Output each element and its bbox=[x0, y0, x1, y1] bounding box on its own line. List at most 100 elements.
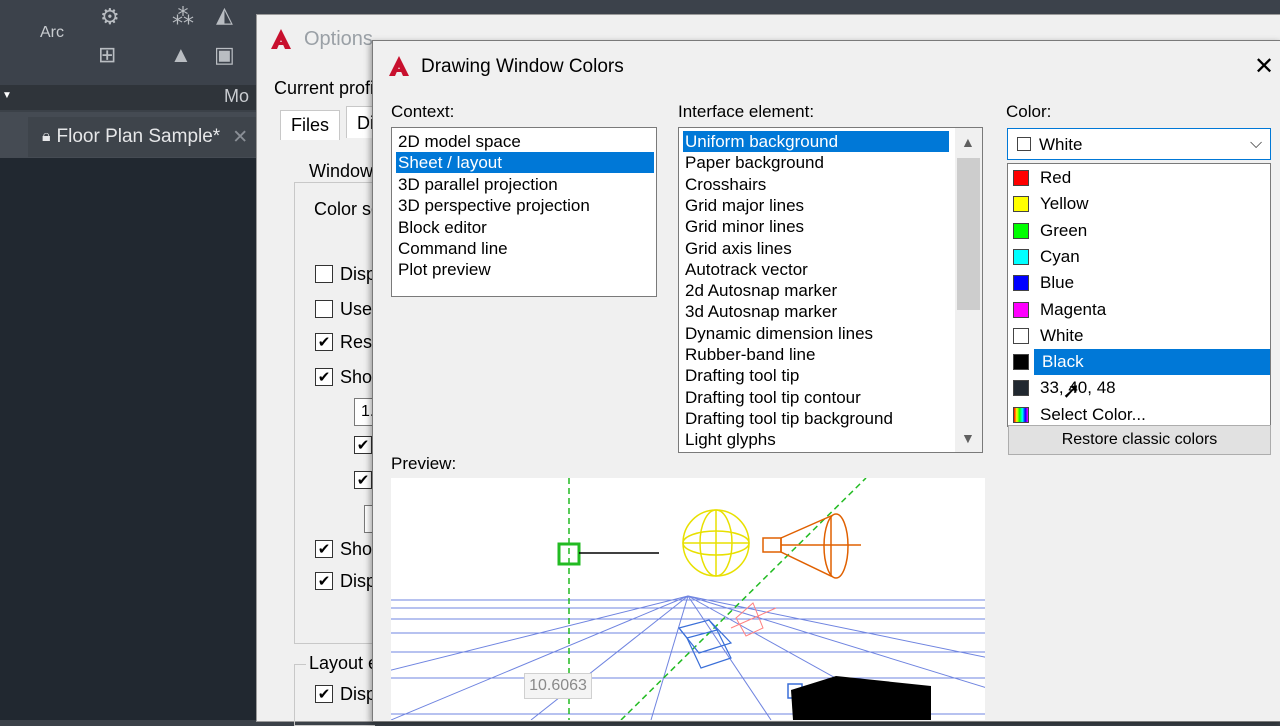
layout-elements-group-label: Layout e bbox=[306, 653, 382, 674]
interface-element-item[interactable]: Dynamic dimension lines bbox=[683, 323, 949, 344]
interface-element-label: Interface element: bbox=[678, 102, 815, 121]
checkmark-icon: ✔ bbox=[356, 436, 370, 454]
close-icon[interactable]: ✕ bbox=[1254, 52, 1274, 81]
interface-element-item[interactable]: Grid axis lines bbox=[683, 238, 949, 259]
preview-scene bbox=[391, 478, 985, 720]
color-option[interactable]: Green bbox=[1008, 218, 1270, 244]
interface-element-item[interactable]: 2d Autosnap marker bbox=[683, 280, 949, 301]
interface-element-item[interactable]: Rubber-band line bbox=[683, 344, 949, 365]
ribbon-tool-icon[interactable]: ▣ bbox=[214, 42, 235, 68]
interface-element-item[interactable]: Drafting tool tip bbox=[683, 365, 949, 386]
context-item[interactable]: Plot preview bbox=[396, 259, 654, 280]
chevron-up-icon[interactable]: ▲ bbox=[961, 134, 975, 150]
context-item[interactable]: Block editor bbox=[396, 217, 654, 238]
scrollbar-thumb[interactable] bbox=[957, 158, 980, 310]
checkbox-label: Res bbox=[340, 332, 373, 352]
checkbox[interactable]: ✔ bbox=[315, 572, 333, 590]
dialog-title: Drawing Window Colors bbox=[421, 56, 624, 77]
color-option[interactable]: Yellow bbox=[1008, 191, 1270, 217]
color-option[interactable]: Red bbox=[1008, 165, 1270, 191]
tab-files[interactable]: Files bbox=[280, 110, 341, 140]
color-swatch bbox=[1013, 196, 1029, 213]
autocad-logo-icon bbox=[389, 56, 409, 76]
color-select[interactable]: White ⌵ bbox=[1007, 128, 1271, 160]
color-option-label: Blue bbox=[1040, 273, 1075, 293]
close-icon[interactable]: ✕ bbox=[232, 126, 248, 149]
ribbon-tool-icon[interactable]: ⁂ bbox=[172, 4, 194, 30]
color-option[interactable]: Black bbox=[1008, 349, 1270, 376]
checkbox[interactable]: ✔ bbox=[315, 540, 333, 558]
color-option[interactable]: Cyan bbox=[1008, 244, 1270, 270]
interface-element-item[interactable]: Uniform background bbox=[683, 131, 949, 152]
interface-element-item[interactable]: Grid major lines bbox=[683, 195, 949, 216]
color-swatch bbox=[1013, 222, 1029, 239]
interface-element-item[interactable]: Crosshairs bbox=[683, 174, 949, 195]
checkmark-icon: ✔ bbox=[317, 333, 331, 351]
color-option-label: White bbox=[1040, 325, 1084, 345]
checkmark-icon: ✔ bbox=[317, 368, 331, 386]
color-swatch bbox=[1013, 275, 1029, 292]
ribbon-tool-icon[interactable]: ◭ bbox=[216, 2, 233, 28]
color-option[interactable]: Select Color... bbox=[1008, 402, 1270, 428]
color-option-label: Red bbox=[1040, 168, 1072, 187]
color-option[interactable]: White bbox=[1008, 323, 1270, 349]
document-tab[interactable]: 🔒︎ Floor Plan Sample* ✕ bbox=[28, 117, 258, 157]
checkmark-icon: ✔ bbox=[317, 685, 331, 703]
context-item[interactable]: 2D model space bbox=[396, 131, 654, 152]
color-swatch bbox=[1013, 380, 1029, 397]
color-swatch bbox=[1013, 170, 1029, 186]
color-scheme-label: Color sc bbox=[314, 199, 381, 219]
interface-element-item[interactable]: Paper background bbox=[683, 152, 949, 173]
color-swatch bbox=[1013, 354, 1029, 371]
preview-canvas bbox=[391, 478, 985, 720]
color-option[interactable]: Blue bbox=[1008, 270, 1270, 296]
color-option[interactable]: Magenta bbox=[1008, 297, 1270, 323]
preview-label: Preview: bbox=[391, 454, 457, 473]
color-option-label: Select Color... bbox=[1040, 404, 1146, 424]
checkbox-label: Sho bbox=[340, 367, 373, 387]
document-tab-label: Floor Plan Sample* bbox=[56, 126, 221, 147]
checkbox[interactable] bbox=[315, 265, 333, 283]
camera-glyph bbox=[677, 619, 733, 669]
checkmark-icon: ✔ bbox=[317, 540, 331, 558]
interface-element-item[interactable]: Autotrack vector bbox=[683, 259, 949, 280]
checkbox[interactable]: ✔ bbox=[354, 471, 372, 489]
spot-light-glyph bbox=[762, 513, 861, 579]
solid-box bbox=[791, 676, 931, 720]
context-item[interactable]: Sheet / layout bbox=[396, 152, 654, 174]
checkbox[interactable]: ✔ bbox=[354, 436, 372, 454]
color-option-label: Black bbox=[1040, 352, 1086, 373]
context-item[interactable]: 3D perspective projection bbox=[396, 195, 654, 216]
checkbox[interactable] bbox=[315, 300, 333, 318]
checkbox-label: Disp bbox=[340, 684, 377, 704]
color-dropdown-list[interactable]: Red Yellow Green Cyan Blue Magenta White Black 3… bbox=[1007, 163, 1271, 427]
chevron-down-icon[interactable]: ▼ bbox=[2, 90, 12, 101]
color-option-label: Yellow bbox=[1040, 194, 1089, 214]
interface-element-item[interactable]: 3d Autosnap marker bbox=[683, 301, 949, 322]
color-option[interactable]: 33, 40, 48 bbox=[1008, 375, 1270, 401]
interface-element-item[interactable]: Grid minor lines bbox=[683, 216, 949, 237]
color-select-value: White bbox=[1039, 135, 1083, 154]
interface-element-item[interactable]: Light glyphs bbox=[683, 429, 949, 450]
chevron-down-icon[interactable]: ⌵ bbox=[1250, 135, 1262, 153]
chevron-down-icon[interactable]: ▼ bbox=[961, 430, 975, 446]
drawing-canvas[interactable] bbox=[0, 158, 260, 720]
context-listbox[interactable]: 2D model space Sheet / layout 3D parallel … bbox=[391, 127, 657, 297]
ribbon-tool-icon[interactable]: ▲ bbox=[170, 42, 192, 68]
checkbox[interactable]: ✔ bbox=[315, 333, 333, 351]
interface-element-listbox[interactable]: ▲ ▼ Uniform background Paper background Cr… bbox=[678, 127, 983, 453]
checkbox[interactable]: ✔ bbox=[315, 685, 333, 703]
context-item[interactable]: Command line bbox=[396, 238, 654, 259]
interface-element-item[interactable]: Drafting tool tip contour bbox=[683, 387, 949, 408]
scrollbar[interactable]: ▲ ▼ bbox=[955, 128, 982, 452]
color-option-label: Cyan bbox=[1040, 246, 1080, 266]
ribbon-tool-icon[interactable]: ⚙ bbox=[100, 4, 120, 30]
context-item[interactable]: 3D parallel projection bbox=[396, 174, 654, 195]
checkbox-label: Use bbox=[340, 299, 373, 319]
checkmark-icon: ✔ bbox=[317, 572, 331, 590]
checkbox[interactable]: ✔ bbox=[315, 368, 333, 386]
ribbon-tool-icon[interactable]: ⊞ bbox=[98, 42, 116, 68]
color-swatch bbox=[1013, 301, 1029, 318]
restore-classic-colors-button[interactable]: Restore classic colors bbox=[1008, 425, 1271, 455]
interface-element-item[interactable]: Drafting tool tip background bbox=[683, 408, 949, 429]
